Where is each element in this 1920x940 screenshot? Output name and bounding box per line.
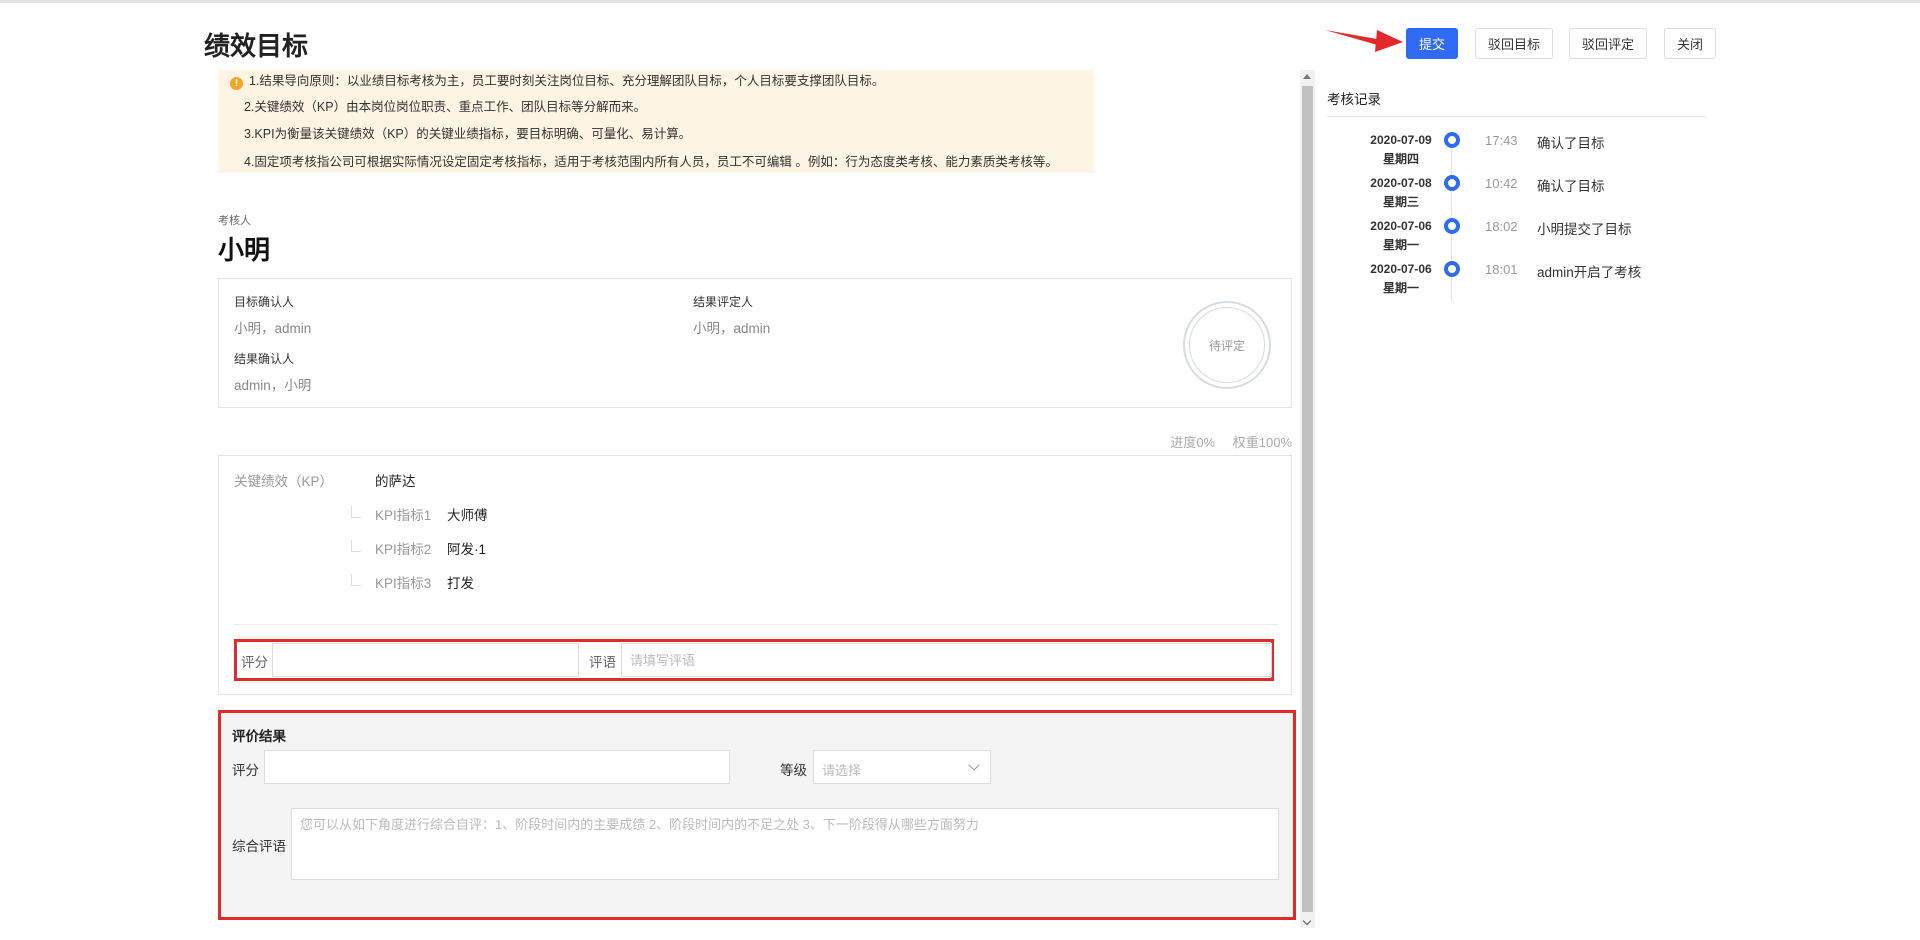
- tree-branch-icon: [351, 574, 361, 586]
- notice-line-4: 4.固定项考核指公司可根据实际情况设定固定考核指标，适用于考核范围内所有人员，员…: [244, 155, 1058, 169]
- kpi-name: KPI指标1: [375, 508, 432, 523]
- log-title: 考核记录: [1327, 92, 1381, 107]
- kp-card: 关键绩效（KP） 的萨达 KPI指标1 大师傅 KPI指标2 阿发·1 KPI指…: [218, 455, 1292, 695]
- result-score-label: 评分: [232, 763, 259, 778]
- result-confirmer-value: admin，小明: [234, 378, 312, 393]
- vertical-scrollbar[interactable]: [1300, 70, 1315, 928]
- log-item: 2020-07-06 星期一 18:01 admin开启了考核: [1327, 260, 1727, 300]
- level-select-placeholder: 请选择: [822, 763, 862, 778]
- target-confirmer-value: 小明，admin: [234, 321, 312, 336]
- log-text: 确认了目标: [1537, 179, 1605, 194]
- kpi-name: KPI指标2: [375, 542, 432, 557]
- notice-line-3: 3.KPI为衡量该关键绩效（KP）的关键业绩指标，要目标明确、可量化、易计算。: [244, 127, 692, 141]
- log-time: 18:01: [1485, 262, 1518, 277]
- reject-target-button[interactable]: 驳回目标: [1475, 28, 1553, 59]
- tree-branch-icon: [351, 540, 361, 552]
- weight-text: 权重100%: [1232, 435, 1292, 450]
- kp-label: 关键绩效（KP）: [234, 474, 334, 489]
- tree-branch-icon: [351, 506, 361, 518]
- scroll-up-icon[interactable]: [1303, 74, 1311, 79]
- scroll-down-icon[interactable]: [1302, 916, 1312, 926]
- timeline-dot-icon: [1444, 132, 1460, 148]
- main-scroll-area[interactable]: ! 1.结果导向原则：以业绩目标考核为主，员工要时刻关注岗位目标、充分理解团队目标…: [204, 70, 1300, 928]
- approver-info-card: 目标确认人 小明，admin 结果评定人 小明，admin 结果确认人 admi…: [218, 278, 1292, 408]
- result-level-label: 等级: [780, 763, 807, 778]
- status-stamp: 待评定: [1183, 301, 1271, 389]
- notice-box: ! 1.结果导向原则：以业绩目标考核为主，员工要时刻关注岗位目标、充分理解团队目标…: [218, 70, 1094, 173]
- result-rater-value: 小明，admin: [693, 321, 771, 336]
- chevron-down-icon: [968, 759, 980, 771]
- log-text: 小明提交了目标: [1537, 222, 1632, 237]
- result-rater-label: 结果评定人: [693, 295, 754, 309]
- summary-label: 综合评语: [232, 839, 286, 854]
- log-item: 2020-07-06 星期一 18:02 小明提交了目标: [1327, 217, 1727, 257]
- notice-line-1: ! 1.结果导向原则：以业绩目标考核为主，员工要时刻关注岗位目标、充分理解团队目标…: [230, 70, 884, 90]
- log-time: 10:42: [1485, 176, 1518, 191]
- kp-value: 的萨达: [375, 474, 416, 489]
- log-date: 2020-07-08 星期三: [1370, 176, 1432, 209]
- kp-comment-input[interactable]: [621, 643, 1272, 677]
- log-date: 2020-07-09 星期四: [1370, 133, 1432, 166]
- summary-textarea[interactable]: 您可以从如下角度进行综合自评：1、阶段时间内的主要成绩 2、阶段时间内的不足之处…: [291, 808, 1279, 880]
- log-time: 17:43: [1485, 133, 1518, 148]
- result-title: 评价结果: [232, 729, 286, 744]
- reject-rating-button[interactable]: 驳回评定: [1569, 28, 1647, 59]
- log-date: 2020-07-06 星期一: [1370, 219, 1432, 252]
- target-confirmer-label: 目标确认人: [234, 295, 295, 309]
- kpi-name: KPI指标3: [375, 576, 432, 591]
- timeline-dot-icon: [1444, 261, 1460, 277]
- top-border: [0, 0, 1920, 3]
- log-time: 18:02: [1485, 219, 1518, 234]
- timeline-dot-icon: [1444, 218, 1460, 234]
- kpi-value: 大师傅: [447, 508, 488, 523]
- log-item: 2020-07-08 星期三 10:42 确认了目标: [1327, 174, 1727, 214]
- log-divider: [1327, 116, 1707, 117]
- result-score-input[interactable]: [264, 750, 730, 784]
- kpi-value: 阿发·1: [447, 542, 487, 557]
- progress-text: 进度0%: [1170, 435, 1216, 450]
- reviewer-label: 考核人: [218, 215, 251, 227]
- result-level-select[interactable]: 请选择: [813, 750, 991, 784]
- kp-score-label: 评分: [241, 655, 268, 670]
- kp-comment-label: 评语: [589, 655, 616, 670]
- result-confirmer-label: 结果确认人: [234, 352, 295, 366]
- kp-divider: [234, 624, 1278, 625]
- kp-score-row: 评分 评语: [234, 639, 1274, 681]
- log-text: 确认了目标: [1537, 136, 1605, 151]
- status-stamp-text: 待评定: [1189, 307, 1265, 383]
- scroll-thumb[interactable]: [1302, 86, 1313, 912]
- progress-weight-line: 进度0% 权重100%: [1156, 432, 1292, 451]
- submit-button[interactable]: 提交: [1406, 28, 1458, 59]
- kpi-value: 打发: [447, 576, 474, 591]
- warning-icon: !: [230, 77, 243, 90]
- page-title: 绩效目标: [204, 31, 309, 61]
- kp-score-input[interactable]: [272, 643, 579, 677]
- log-item: 2020-07-09 星期四 17:43 确认了目标: [1327, 131, 1727, 171]
- red-arrow-annotation: [1325, 30, 1403, 52]
- log-date: 2020-07-06 星期一: [1370, 262, 1432, 295]
- reviewer-name: 小明: [218, 235, 271, 265]
- notice-line-2: 2.关键绩效（KP）由本岗位岗位职责、重点工作、团队目标等分解而来。: [244, 100, 647, 114]
- close-button[interactable]: 关闭: [1664, 28, 1716, 59]
- evaluation-result-card: 评价结果 评分 等级 请选择 综合评语 您可以从如下角度进行综合自评：1、阶段时…: [218, 710, 1296, 920]
- timeline-dot-icon: [1444, 175, 1460, 191]
- log-text: admin开启了考核: [1537, 265, 1642, 280]
